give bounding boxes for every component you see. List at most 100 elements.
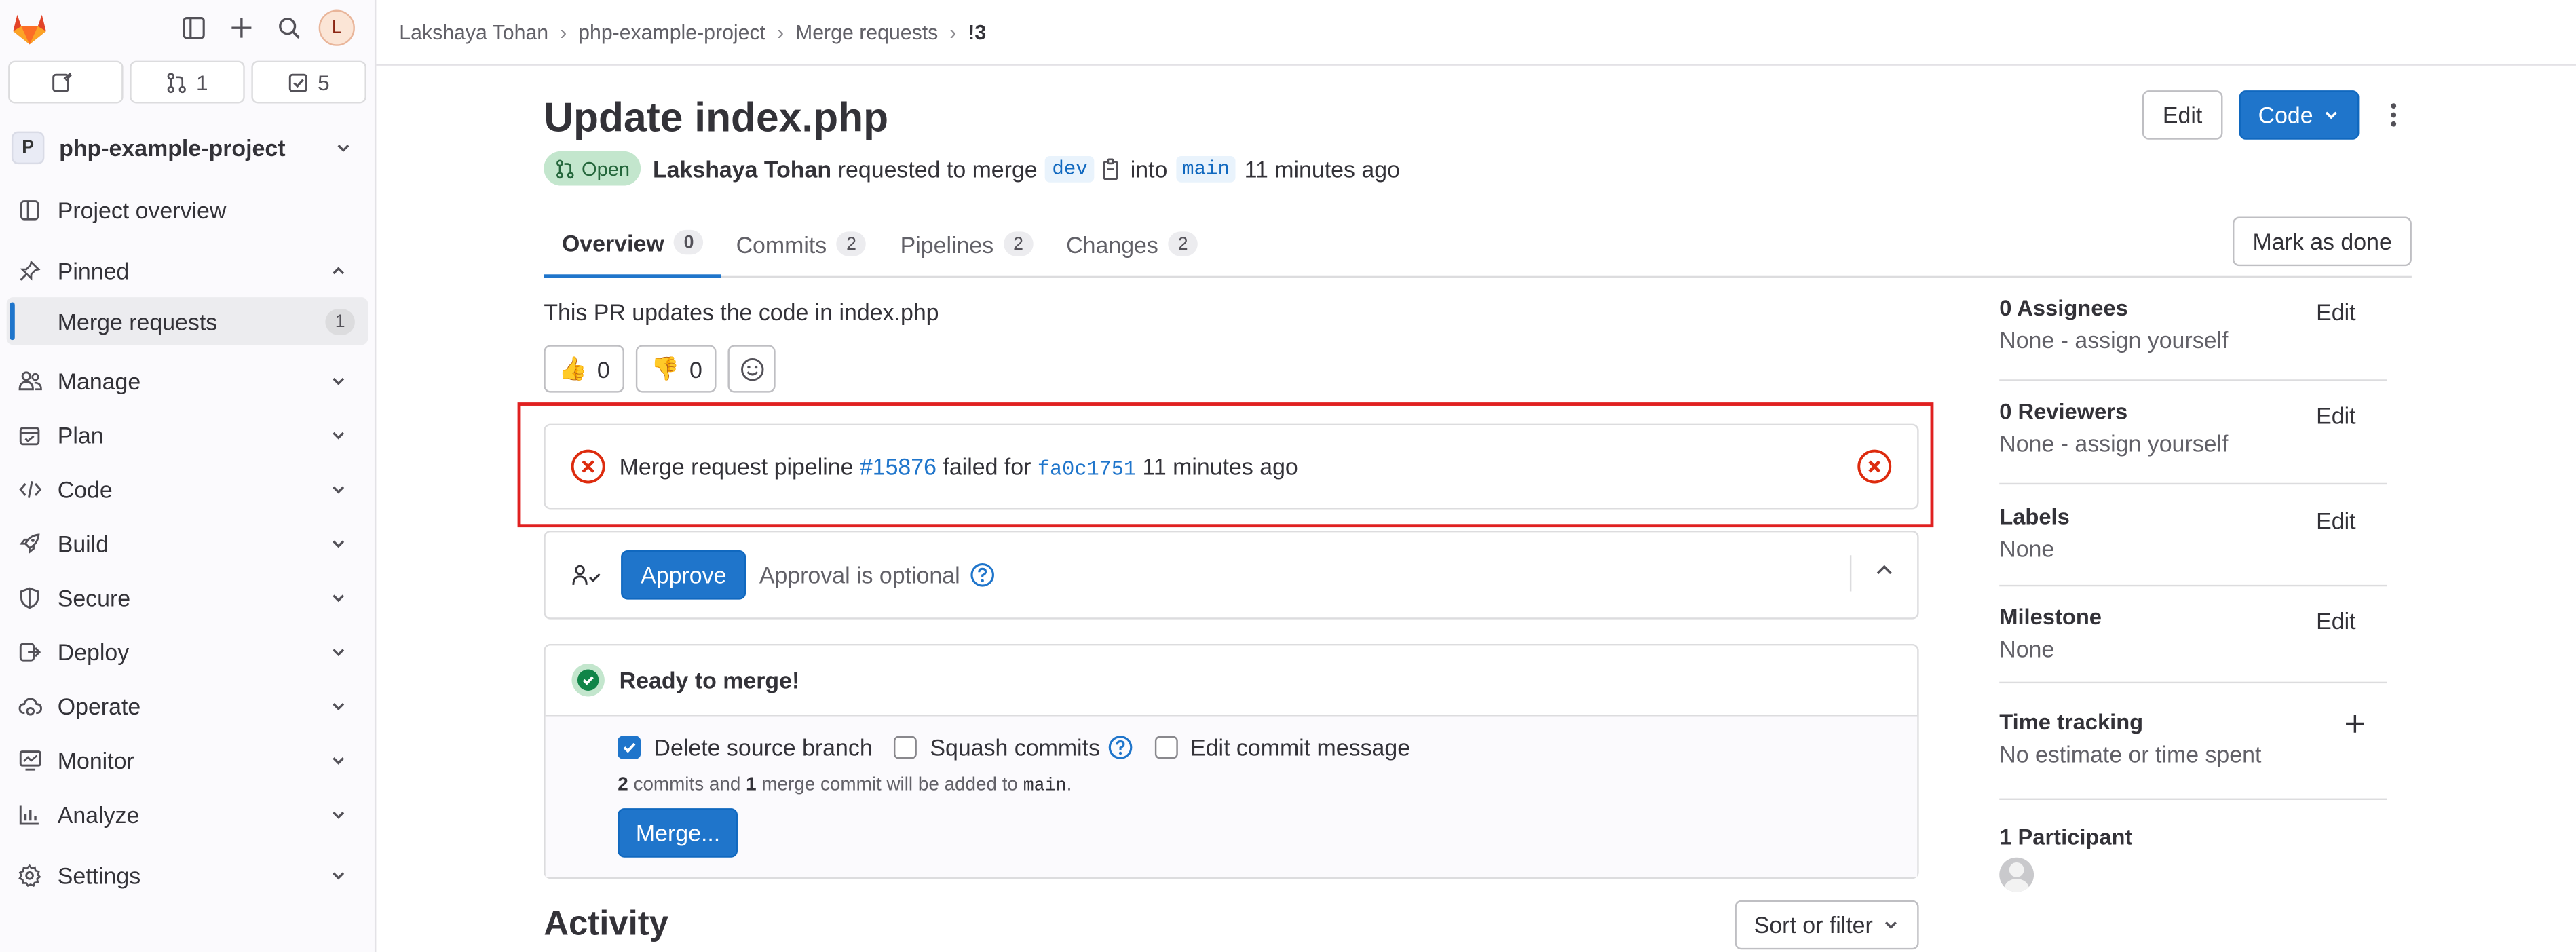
pipeline-time: 11 minutes ago (1142, 452, 1298, 479)
chevron-down-icon (325, 584, 352, 611)
milestone-value: None (1999, 635, 2055, 662)
reviewers-edit-button[interactable]: Edit (2316, 402, 2355, 429)
tab-count: 2 (1003, 231, 1034, 256)
sidebar-item-operate[interactable]: Operate (0, 679, 375, 733)
reactions: 👍 0 👎 0 (544, 345, 776, 393)
time-tracking-block: Time tracking No estimate or time spent (1999, 710, 2387, 800)
reviewers-value[interactable]: None - assign yourself (1999, 430, 2387, 457)
approve-button[interactable]: Approve (621, 550, 746, 600)
edit-commit-message-label[interactable]: Edit commit message (1190, 734, 1410, 761)
issues-count-button[interactable] (8, 60, 124, 104)
sidebar-item-label: Secure (57, 584, 131, 611)
sidebar-item-plan[interactable]: Plan (0, 407, 375, 461)
left-sidebar: L 1 5 P php-example-project Project over… (0, 0, 377, 952)
pipeline-failed-mini-icon[interactable] (1857, 449, 1893, 484)
sort-or-filter-button[interactable]: Sort or filter (1734, 900, 1919, 950)
mark-as-done-button[interactable]: Mark as done (2233, 216, 2412, 267)
project-avatar: P (11, 131, 45, 165)
participants-title: 1 Participant (1999, 824, 2133, 850)
chevron-down-icon (325, 746, 352, 773)
sidebar-toggle-icon[interactable] (172, 7, 215, 50)
status-badge: Open (544, 151, 642, 186)
squash-commits-label[interactable]: Squash commits (930, 734, 1100, 761)
merge-widget-header: Ready to merge! (545, 645, 1918, 717)
squash-help-icon[interactable] (1107, 734, 1133, 761)
chevron-down-icon (325, 692, 352, 719)
gitlab-logo-icon[interactable] (10, 8, 50, 47)
assignees-edit-button[interactable]: Edit (2316, 299, 2355, 326)
delete-source-branch-label[interactable]: Delete source branch (654, 734, 873, 761)
more-actions-icon[interactable] (2376, 90, 2412, 140)
sidebar-item-manage[interactable]: Manage (0, 353, 375, 407)
mr-header: Update index.php Edit Code Open Lakshaya… (544, 66, 2412, 204)
chevron-down-icon (2323, 107, 2339, 123)
source-branch[interactable]: dev (1045, 155, 1095, 182)
smiley-icon (739, 356, 765, 382)
thumbs-down-icon: 👎 (651, 354, 680, 381)
add-time-icon[interactable] (2345, 713, 2366, 734)
labels-edit-button[interactable]: Edit (2316, 508, 2355, 534)
sidebar-item-build[interactable]: Build (0, 516, 375, 570)
tab-commits[interactable]: Commits 2 (718, 210, 884, 278)
todos-count-button[interactable]: 5 (251, 60, 366, 104)
time-tracking-value: No estimate or time spent (1999, 740, 2262, 767)
sidebar-item-monitor[interactable]: Monitor (0, 733, 375, 787)
tab-pipelines[interactable]: Pipelines 2 (882, 210, 1051, 278)
merge-widget: Ready to merge! Delete source branch Squ… (544, 643, 1919, 879)
copy-branch-icon[interactable] (1103, 157, 1122, 180)
project-switcher[interactable]: P php-example-project (0, 120, 375, 176)
sidebar-item-analyze[interactable]: Analyze (0, 787, 375, 841)
sidebar-item-merge-requests[interactable]: Merge requests 1 (6, 297, 368, 345)
add-reaction-button[interactable] (728, 345, 776, 393)
sidebar-item-label: Build (57, 529, 109, 556)
sidebar-item-project-overview[interactable]: Project overview (0, 183, 375, 237)
breadcrumb-item-current[interactable]: !3 (968, 20, 986, 43)
delete-source-branch-checkbox[interactable] (618, 736, 641, 759)
sidebar-item-pinned[interactable]: Pinned (0, 243, 375, 297)
code-dropdown-button[interactable]: Code (2238, 90, 2360, 140)
chevron-up-icon[interactable] (1874, 560, 1894, 580)
merge-button[interactable]: Merge... (618, 808, 738, 858)
edit-button[interactable]: Edit (2142, 90, 2222, 140)
thumbs-up-button[interactable]: 👍 0 (544, 345, 625, 393)
merge-requests-badge: 1 (325, 307, 355, 335)
note-merge-count: 1 (746, 775, 757, 795)
edit-commit-message-checkbox[interactable] (1154, 736, 1177, 759)
tab-count: 0 (674, 229, 704, 255)
tab-overview[interactable]: Overview 0 (544, 210, 722, 278)
breadcrumb-item-merge-requests[interactable]: Merge requests (795, 20, 938, 43)
sidebar-item-deploy[interactable]: Deploy (0, 624, 375, 679)
note-end: . (1066, 775, 1072, 795)
assignees-value[interactable]: None - assign yourself (1999, 327, 2387, 354)
pipeline-link[interactable]: #15876 (860, 453, 936, 479)
commit-link[interactable]: fa0c1751 (1038, 457, 1136, 480)
squash-commits-checkbox[interactable] (894, 736, 917, 759)
requested-text: requested to merge (837, 155, 1038, 182)
sidebar-item-label: Plan (57, 421, 104, 448)
target-branch[interactable]: main (1175, 155, 1236, 182)
merge-requests-count-button[interactable]: 1 (130, 60, 245, 104)
todo-check-icon (288, 71, 309, 92)
status-failed-icon[interactable] (570, 449, 606, 484)
sidebar-counts: 1 5 (0, 56, 375, 108)
participants-block: 1 Participant (1999, 824, 2387, 900)
sidebar-item-secure[interactable]: Secure (0, 570, 375, 624)
sidebar-item-code[interactable]: Code (0, 461, 375, 516)
participant-avatar[interactable] (1999, 857, 2034, 892)
search-icon[interactable] (268, 7, 311, 50)
chevron-down-icon (325, 367, 352, 394)
breadcrumb-item-project[interactable]: php-example-project (578, 20, 765, 43)
thumbs-down-button[interactable]: 👎 0 (636, 345, 717, 393)
create-new-icon[interactable] (220, 7, 263, 50)
status-success-icon (570, 662, 606, 698)
user-avatar[interactable]: L (318, 9, 355, 46)
pipeline-status-text: Merge request pipeline #15876 failed for… (620, 453, 1857, 480)
tab-changes[interactable]: Changes 2 (1048, 210, 1216, 278)
help-icon[interactable] (970, 562, 996, 588)
activity-title: Activity (544, 905, 668, 943)
sidebar-item-settings[interactable]: Settings (0, 848, 375, 902)
breadcrumb-item-user[interactable]: Lakshaya Tohan (399, 20, 548, 43)
author-name[interactable]: Lakshaya Tohan (653, 155, 831, 182)
milestone-edit-button[interactable]: Edit (2316, 608, 2355, 634)
todos-count: 5 (318, 69, 330, 95)
